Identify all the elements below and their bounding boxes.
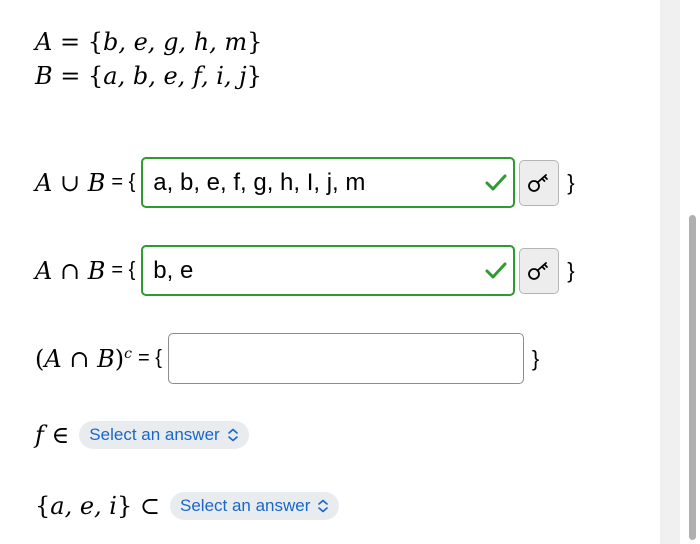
complement-question: (A ∩ B)c = { } xyxy=(35,333,539,384)
membership-select-label[interactable]: Select an answer xyxy=(89,425,219,445)
complement-expression: (A ∩ B)c xyxy=(35,344,132,373)
intersection-expression: A ∩ B xyxy=(35,256,106,285)
subset-select-label[interactable]: Select an answer xyxy=(180,496,310,516)
chevron-updown-icon xyxy=(318,499,329,513)
set-a-definition: A = {b, e, g, h, m} xyxy=(35,28,263,56)
intersection-question: A ∩ B = { b, e } xyxy=(35,245,575,296)
check-icon xyxy=(485,174,507,190)
check-icon xyxy=(485,262,507,278)
union-open-brace: = { xyxy=(111,171,136,193)
scrollbar-thumb[interactable] xyxy=(689,215,696,540)
set-b-elements: a, b, e, f, i, j xyxy=(103,62,247,90)
intersection-answer-field[interactable]: b, e xyxy=(141,245,516,296)
intersection-key-button[interactable] xyxy=(519,247,560,294)
intersection-open-brace: = { xyxy=(111,259,136,281)
union-key-button[interactable] xyxy=(519,159,560,206)
subset-select[interactable]: Select an answer xyxy=(170,492,340,520)
scrollbar-track[interactable] xyxy=(660,0,680,544)
membership-expression: f ∈ xyxy=(35,421,70,449)
complement-open-brace: = { xyxy=(137,347,162,369)
intersection-close-brace: } xyxy=(567,257,575,283)
key-icon xyxy=(528,173,549,192)
union-close-brace: } xyxy=(567,169,575,195)
union-answer-field[interactable]: a, b, e, f, g, h, I, j, m xyxy=(141,157,516,208)
complement-answer-field[interactable] xyxy=(167,333,524,384)
set-b-definition: B = {a, b, e, f, i, j} xyxy=(35,62,262,90)
question-content: A = {b, e, g, h, m} B = {a, b, e, f, i, … xyxy=(0,0,660,544)
union-expression: A ∪ B xyxy=(35,168,106,197)
membership-select[interactable]: Select an answer xyxy=(79,421,249,449)
membership-question: f ∈ Select an answer xyxy=(35,421,249,449)
union-question: A ∪ B = { a, b, e, f, g, h, I, j, m } xyxy=(35,157,575,208)
subset-question: {a, e, i} ⊂ Select an answer xyxy=(35,492,340,520)
subset-expression: {a, e, i} ⊂ xyxy=(35,492,160,520)
union-answer-value[interactable]: a, b, e, f, g, h, I, j, m xyxy=(153,169,365,197)
intersection-answer-value[interactable]: b, e xyxy=(153,257,193,285)
chevron-updown-icon xyxy=(227,428,238,442)
complement-close-brace: } xyxy=(531,345,540,371)
key-icon xyxy=(528,261,549,280)
set-a-elements: b, e, g, h, m xyxy=(102,28,248,56)
